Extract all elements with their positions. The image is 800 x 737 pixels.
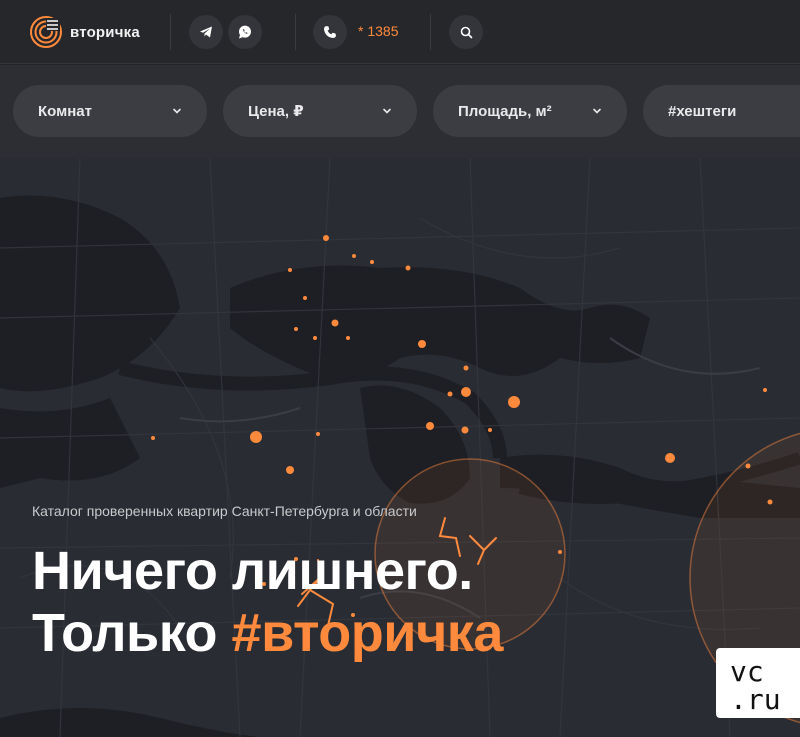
- phone-button[interactable]: [313, 15, 347, 49]
- header-divider: [295, 14, 296, 50]
- filter-label: Цена, ₽: [248, 103, 304, 120]
- city-map[interactable]: Каталог проверенных квартир Санкт-Петерб…: [0, 158, 800, 737]
- headline-line-1: Ничего лишнего.: [32, 541, 473, 601]
- headline-accent: #вторичка: [231, 603, 504, 663]
- chevron-down-icon: [383, 108, 391, 114]
- phone-number[interactable]: * 1385: [358, 23, 398, 39]
- vc-watermark: vc .ru: [716, 648, 800, 718]
- watermark-line-1: vc: [730, 655, 764, 688]
- filter-label: Комнат: [38, 102, 92, 120]
- logo-text: вторичка: [70, 23, 140, 41]
- chevron-down-icon: [593, 108, 601, 114]
- telegram-icon: [200, 26, 212, 38]
- top-header: вторичка * 1385: [0, 0, 800, 64]
- search-button[interactable]: [449, 15, 483, 49]
- hero-headline: Ничего лишнего. Только #вторичка: [32, 540, 503, 664]
- filter-hashtags-select[interactable]: #хештеги: [643, 85, 800, 137]
- hero-subtitle: Каталог проверенных квартир Санкт-Петерб…: [32, 503, 417, 519]
- headline-prefix: Только: [32, 603, 232, 663]
- filter-rooms-select[interactable]: Комнат: [13, 85, 207, 137]
- watermark-line-2: .ru: [730, 683, 781, 716]
- header-divider: [170, 14, 171, 50]
- logo[interactable]: вторичка: [30, 16, 140, 48]
- logo-icon: [30, 16, 62, 48]
- whatsapp-button[interactable]: [228, 15, 262, 49]
- filter-label: Площадь, м²: [458, 102, 552, 120]
- filter-label: #хештеги: [668, 102, 737, 120]
- filter-price-select[interactable]: Цена, ₽: [223, 85, 417, 137]
- whatsapp-icon: [239, 25, 251, 39]
- filter-bar: Комнат Цена, ₽ Площадь, м² #хештеги: [0, 65, 800, 158]
- telegram-button[interactable]: [189, 15, 223, 49]
- header-divider: [430, 14, 431, 50]
- chevron-down-icon: [173, 108, 181, 114]
- filter-area-select[interactable]: Площадь, м²: [433, 85, 627, 137]
- search-icon: [460, 26, 472, 38]
- headline-line-2: Только #вторичка: [32, 602, 503, 664]
- phone-icon: [324, 26, 336, 38]
